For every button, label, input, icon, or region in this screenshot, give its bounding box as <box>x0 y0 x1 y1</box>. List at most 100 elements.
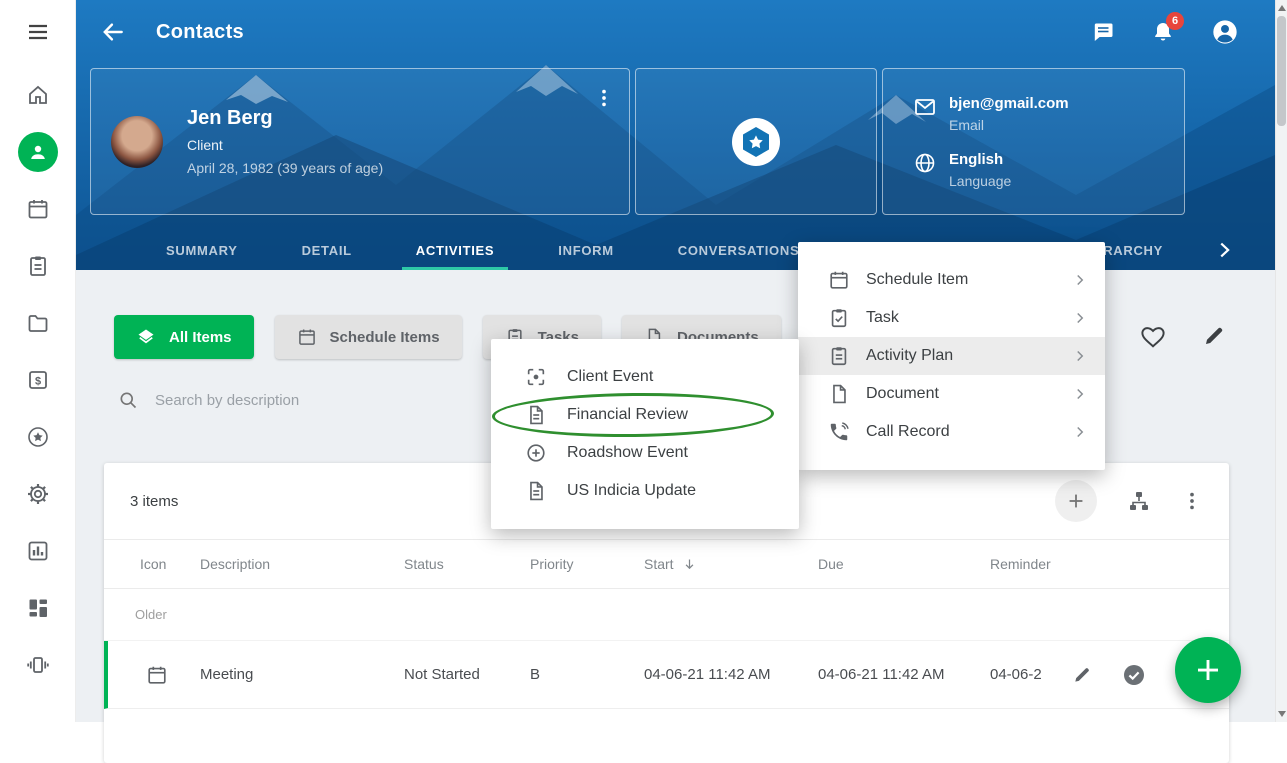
center-focus-icon <box>525 366 547 388</box>
top-app-bar: Contacts 6 <box>76 0 1275 64</box>
calendar-icon <box>26 197 50 221</box>
menu-icon[interactable] <box>26 20 50 44</box>
sidebar-item-home[interactable] <box>0 66 76 123</box>
tab-activities[interactable]: ACTIVITIES <box>402 230 509 270</box>
email-label: Email <box>949 117 1069 133</box>
account-icon[interactable] <box>1211 18 1239 46</box>
scroll-up-arrow-icon[interactable] <box>1278 5 1286 11</box>
tab-inform[interactable]: INFORM <box>544 230 627 270</box>
clipboard-icon <box>828 307 850 329</box>
menu-item-label: Call Record <box>866 423 1055 441</box>
scroll-down-arrow-icon[interactable] <box>1278 711 1286 717</box>
sidebar-item-analytics[interactable] <box>0 522 76 579</box>
contact-hero: Contacts 6 Jen Berg Client April 28, 198 <box>76 0 1275 270</box>
sidebar-nav: $ <box>0 66 76 693</box>
email-value: bjen@gmail.com <box>949 95 1069 112</box>
sidebar-item-interests[interactable] <box>0 408 76 465</box>
filter-schedule-items-button[interactable]: Schedule Items <box>275 315 462 359</box>
sidebar-item-dashboard[interactable] <box>0 579 76 636</box>
left-sidebar: $ <box>0 0 76 722</box>
phone-call-icon <box>828 421 850 443</box>
contact-text-block: Jen Berg Client April 28, 1982 (39 years… <box>187 107 383 176</box>
row-complete-check-icon[interactable] <box>1122 663 1146 687</box>
submenu-item-us-indicia-update[interactable]: US Indicia Update <box>491 472 799 510</box>
plus-circle-icon <box>525 442 547 464</box>
menu-item-document[interactable]: Document <box>798 375 1105 413</box>
edit-pencil-icon[interactable] <box>1202 324 1226 350</box>
filter-all-items-button[interactable]: All Items <box>114 315 254 359</box>
contact-birth: April 28, 1982 (39 years of age) <box>187 160 383 176</box>
hierarchy-view-icon[interactable] <box>1127 489 1151 513</box>
items-count: 3 items <box>130 493 178 510</box>
column-due[interactable]: Due <box>818 556 990 572</box>
favorite-heart-icon[interactable] <box>1140 324 1166 350</box>
language-label: Language <box>949 173 1011 189</box>
notifications-button[interactable]: 6 <box>1151 20 1175 44</box>
document-icon <box>525 404 547 426</box>
row-status: Not Started <box>404 666 530 683</box>
add-item-button[interactable] <box>1055 480 1097 522</box>
menu-item-call-record[interactable]: Call Record <box>798 413 1105 451</box>
row-reminder: 04-06-2 <box>990 666 1042 683</box>
table-kebab-menu-icon[interactable] <box>1181 490 1203 512</box>
email-text-block: bjen@gmail.com Email <box>949 95 1069 133</box>
tab-detail[interactable]: DETAIL <box>288 230 366 270</box>
layers-icon <box>136 327 156 347</box>
contact-info-card: bjen@gmail.com Email English Language <box>882 68 1185 215</box>
column-start[interactable]: Start <box>644 556 818 572</box>
gear-icon <box>26 482 50 506</box>
chat-icon[interactable] <box>1091 20 1115 44</box>
sidebar-item-calendar[interactable] <box>0 180 76 237</box>
submenu-item-roadshow-event[interactable]: Roadshow Event <box>491 434 799 472</box>
clipboard-icon <box>26 254 50 278</box>
svg-text:$: $ <box>34 375 40 387</box>
language-text-block: English Language <box>949 151 1011 189</box>
column-description[interactable]: Description <box>200 556 404 572</box>
scrollbar[interactable] <box>1275 0 1287 722</box>
star-badge-icon[interactable] <box>732 118 780 166</box>
card-kebab-menu-icon[interactable] <box>593 87 615 109</box>
submenu-item-client-event[interactable]: Client Event <box>491 358 799 396</box>
chevron-right-icon <box>1071 423 1089 441</box>
menu-item-activity-plan[interactable]: Activity Plan <box>798 337 1105 375</box>
document-icon <box>525 480 547 502</box>
menu-item-task[interactable]: Task <box>798 299 1105 337</box>
submenu-item-label: Roadshow Event <box>567 444 783 462</box>
sidebar-item-contacts[interactable] <box>0 123 76 180</box>
calendar-icon <box>297 327 317 347</box>
table-column-headers: Icon Description Status Priority Start D… <box>104 539 1229 589</box>
table-row[interactable]: Meeting Not Started B 04-06-21 11:42 AM … <box>104 641 1229 709</box>
scrollbar-thumb[interactable] <box>1277 16 1286 126</box>
sidebar-item-settings[interactable] <box>0 465 76 522</box>
menu-item-label: Task <box>866 309 1055 327</box>
search-icon <box>118 390 138 410</box>
column-reminder[interactable]: Reminder <box>990 556 1229 572</box>
sidebar-item-billing[interactable]: $ <box>0 351 76 408</box>
tabs-scroll-right-icon[interactable] <box>1213 239 1235 261</box>
sort-desc-icon <box>682 557 697 572</box>
email-info-row: bjen@gmail.com Email <box>913 95 1184 133</box>
column-icon[interactable]: Icon <box>140 556 200 572</box>
sidebar-item-vibrate[interactable] <box>0 636 76 693</box>
fab-add-button[interactable] <box>1175 637 1241 703</box>
table-controls <box>1055 480 1203 522</box>
filter-all-items-label: All Items <box>169 329 232 346</box>
submenu-item-label: Financial Review <box>567 406 783 424</box>
language-value: English <box>949 151 1011 168</box>
tab-summary[interactable]: SUMMARY <box>152 230 252 270</box>
globe-icon <box>913 151 937 175</box>
column-priority[interactable]: Priority <box>530 556 644 572</box>
sidebar-item-tasks[interactable] <box>0 237 76 294</box>
row-edit-pencil-icon[interactable] <box>1072 665 1092 685</box>
back-arrow-icon[interactable] <box>100 19 126 45</box>
column-status[interactable]: Status <box>404 556 530 572</box>
submenu-item-label: Client Event <box>567 368 783 386</box>
submenu-item-financial-review[interactable]: Financial Review <box>491 396 799 434</box>
contact-type: Client <box>187 137 383 153</box>
sidebar-item-documents[interactable] <box>0 294 76 351</box>
tab-conversations[interactable]: CONVERSATIONS <box>664 230 814 270</box>
notification-badge: 6 <box>1166 12 1184 30</box>
menu-item-schedule-item[interactable]: Schedule Item <box>798 261 1105 299</box>
row-description: Meeting <box>200 666 404 683</box>
vibrate-phone-icon <box>26 653 50 677</box>
